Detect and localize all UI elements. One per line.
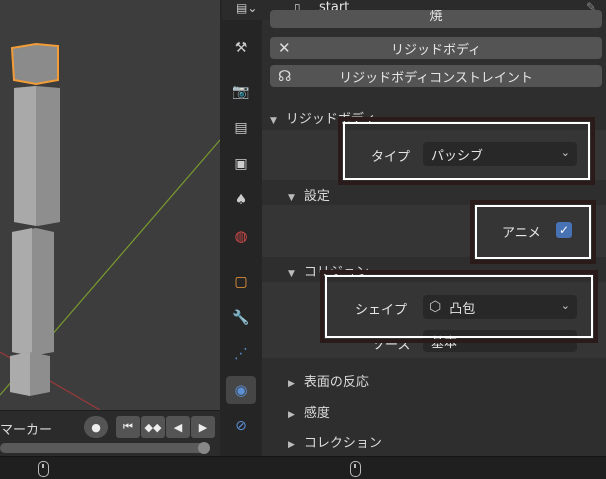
tab-tool[interactable]: ⚒ — [226, 34, 256, 62]
record-icon: ● — [91, 420, 101, 434]
keyframe-icon: ◆◆ — [144, 420, 162, 434]
wrench-icon: 🔧 — [232, 310, 250, 326]
prev-keyframe-button[interactable]: ◆◆ — [141, 416, 165, 438]
highlight-shape — [320, 270, 598, 343]
viewport-scene — [0, 42, 220, 410]
rigid-body-button[interactable]: ✕ リジッドボディ — [270, 37, 602, 59]
section-sensitivity[interactable]: ▶ 感度 — [288, 402, 330, 421]
rigid-body-constraint-button[interactable]: ☊ リジッドボディコンストレイント — [270, 65, 602, 87]
constraint-icon: ☊ — [278, 67, 292, 85]
tab-world[interactable]: ◍ — [226, 222, 256, 250]
tab-modifiers[interactable]: 🔧 — [226, 304, 256, 332]
play-reverse-button[interactable]: ◀ — [166, 416, 190, 438]
tab-particles[interactable]: ⋰ — [226, 340, 256, 368]
mouse-icon — [38, 461, 49, 477]
object-icon: ▢ — [234, 274, 248, 290]
printer-icon: ▤ — [234, 120, 248, 136]
timeline-scrubber[interactable] — [0, 442, 210, 454]
image-icon: ▣ — [234, 156, 248, 172]
play-icon: ▶ — [198, 420, 208, 434]
world-icon: ◍ — [234, 227, 248, 245]
section-collections[interactable]: ▶ コレクション — [288, 432, 382, 451]
particles-icon: ⋰ — [234, 346, 248, 362]
play-reverse-icon: ◀ — [173, 420, 183, 434]
status-bar — [0, 456, 606, 479]
tab-constraints[interactable]: ⊘ — [226, 412, 256, 440]
collapse-arrow-icon: ▶ — [288, 440, 295, 450]
collapse-arrow-icon: ▶ — [288, 410, 295, 420]
selected-block — [10, 42, 59, 86]
tab-view-layer[interactable]: ▣ — [226, 150, 256, 178]
record-button[interactable]: ● — [84, 416, 108, 438]
marker-menu[interactable]: マーカー — [0, 419, 52, 438]
properties-tab-bar: ⚒ 📷 ▤ ▣ ♠ ◍ ▢ 🔧 ⋰ ◉ ⊘ — [220, 0, 262, 456]
expand-arrow-icon: ▼ — [270, 116, 277, 126]
jump-start-icon: ⏮ — [123, 420, 133, 433]
collapse-arrow-icon: ▶ — [288, 379, 295, 389]
section-settings[interactable]: ▼ 設定 — [288, 185, 330, 204]
close-icon: ✕ — [278, 39, 291, 57]
section-surface-response[interactable]: ▶ 表面の反応 — [288, 371, 369, 390]
highlight-type — [338, 117, 595, 185]
editor-type-icon[interactable]: ▤⌄ — [236, 1, 257, 15]
mouse-icon — [350, 461, 361, 477]
tab-render[interactable]: 📷 — [226, 78, 256, 106]
expand-arrow-icon: ▼ — [288, 269, 295, 279]
bake-button[interactable]: 焼 — [270, 10, 602, 28]
timeline-bar: マーカー ● ⏮ ◆◆ ◀ ▶ — [0, 410, 220, 457]
scene-icon: ♠ — [234, 192, 248, 208]
highlight-animated — [470, 200, 596, 264]
tab-output[interactable]: ▤ — [226, 114, 256, 142]
play-button[interactable]: ▶ — [191, 416, 215, 438]
tab-object[interactable]: ▢ — [226, 268, 256, 296]
3d-viewport[interactable] — [0, 0, 220, 410]
constraint-icon: ⊘ — [235, 418, 247, 434]
render-icon: 📷 — [232, 84, 250, 100]
scrubber-handle[interactable] — [198, 442, 210, 454]
expand-arrow-icon: ▼ — [288, 193, 295, 203]
tab-scene[interactable]: ♠ — [226, 186, 256, 214]
tool-icon: ⚒ — [234, 40, 248, 56]
tab-physics[interactable]: ◉ — [226, 376, 256, 404]
physics-icon: ◉ — [234, 381, 248, 399]
jump-start-button[interactable]: ⏮ — [116, 416, 140, 438]
